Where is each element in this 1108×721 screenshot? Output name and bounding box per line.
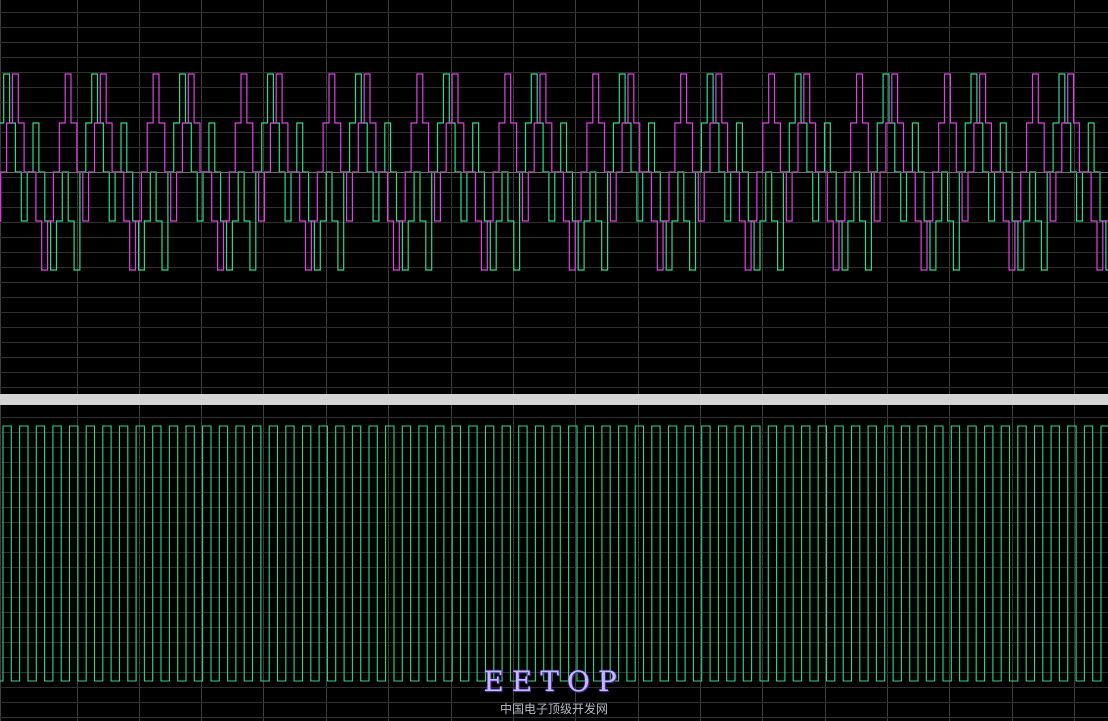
panel-separator xyxy=(0,394,1108,405)
oscilloscope-display xyxy=(0,0,1108,721)
